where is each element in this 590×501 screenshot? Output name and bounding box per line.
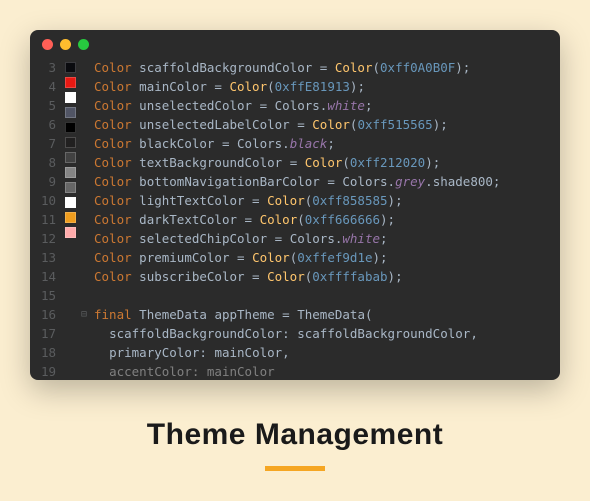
color-swatch	[65, 227, 76, 238]
color-swatch	[65, 257, 76, 268]
fold-marker	[78, 248, 90, 267]
fold-marker	[78, 267, 90, 286]
line-number: 9	[30, 172, 56, 191]
line-number: 14	[30, 267, 56, 286]
color-swatch	[65, 62, 76, 73]
line-number: 4	[30, 77, 56, 96]
line-number: 8	[30, 153, 56, 172]
line-number: 12	[30, 229, 56, 248]
fold-marker: ⊟	[78, 305, 90, 324]
title-underline	[265, 466, 325, 471]
code-line: final ThemeData appTheme = ThemeData(	[94, 305, 560, 324]
code-editor-window: 345678910111213141516171819 ⊟ Color scaf…	[30, 30, 560, 380]
color-swatch	[65, 242, 76, 253]
code-line: accentColor: mainColor	[94, 362, 560, 380]
line-number: 16	[30, 305, 56, 324]
window-titlebar	[30, 30, 560, 58]
fold-marker	[78, 58, 90, 77]
fold-marker	[78, 210, 90, 229]
code-line: Color blackColor = Colors.black;	[94, 134, 560, 153]
code-line: Color scaffoldBackgroundColor = Color(0x…	[94, 58, 560, 77]
color-swatch	[65, 152, 76, 163]
code-line: Color darkTextColor = Color(0xff666666);	[94, 210, 560, 229]
color-swatch	[65, 182, 76, 193]
color-swatch	[65, 77, 76, 88]
code-line: Color mainColor = Color(0xffE81913);	[94, 77, 560, 96]
color-swatch	[65, 92, 76, 103]
color-swatch	[65, 137, 76, 148]
maximize-icon[interactable]	[78, 39, 89, 50]
fold-marker	[78, 343, 90, 362]
line-number: 5	[30, 96, 56, 115]
code-line: Color unselectedColor = Colors.white;	[94, 96, 560, 115]
fold-marker	[78, 115, 90, 134]
code-line: Color unselectedLabelColor = Color(0xff5…	[94, 115, 560, 134]
fold-marker	[78, 77, 90, 96]
line-number: 19	[30, 362, 56, 380]
color-swatch	[65, 287, 76, 298]
fold-marker	[78, 229, 90, 248]
color-swatch	[65, 302, 76, 313]
code-line: Color bottomNavigationBarColor = Colors.…	[94, 172, 560, 191]
fold-marker	[78, 134, 90, 153]
line-number: 13	[30, 248, 56, 267]
close-icon[interactable]	[42, 39, 53, 50]
code-line: Color textBackgroundColor = Color(0xff21…	[94, 153, 560, 172]
code-line: Color premiumColor = Color(0xffef9d1e);	[94, 248, 560, 267]
color-swatch-gutter	[62, 58, 78, 380]
fold-marker	[78, 191, 90, 210]
fold-marker	[78, 153, 90, 172]
line-number: 15	[30, 286, 56, 305]
line-number-gutter: 345678910111213141516171819	[30, 58, 62, 380]
fold-marker	[78, 362, 90, 380]
code-line	[94, 286, 560, 305]
minimize-icon[interactable]	[60, 39, 71, 50]
code-line: Color subscribeColor = Color(0xffffabab)…	[94, 267, 560, 286]
line-number: 18	[30, 343, 56, 362]
color-swatch	[65, 122, 76, 133]
line-number: 7	[30, 134, 56, 153]
fold-marker	[78, 96, 90, 115]
color-swatch	[65, 212, 76, 223]
code-line: Color selectedChipColor = Colors.white;	[94, 229, 560, 248]
code-lines: Color scaffoldBackgroundColor = Color(0x…	[90, 58, 560, 380]
code-line: scaffoldBackgroundColor: scaffoldBackgro…	[94, 324, 560, 343]
line-number: 3	[30, 58, 56, 77]
line-number: 10	[30, 191, 56, 210]
page-title: Theme Management	[147, 418, 443, 452]
color-swatch	[65, 107, 76, 118]
fold-marker	[78, 324, 90, 343]
fold-marker	[78, 286, 90, 305]
line-number: 17	[30, 324, 56, 343]
code-line: Color lightTextColor = Color(0xff858585)…	[94, 191, 560, 210]
color-swatch	[65, 272, 76, 283]
code-line: primaryColor: mainColor,	[94, 343, 560, 362]
line-number: 6	[30, 115, 56, 134]
fold-gutter: ⊟	[78, 58, 90, 380]
color-swatch	[65, 197, 76, 208]
fold-marker	[78, 172, 90, 191]
line-number: 11	[30, 210, 56, 229]
color-swatch	[65, 167, 76, 178]
code-area: 345678910111213141516171819 ⊟ Color scaf…	[30, 58, 560, 380]
